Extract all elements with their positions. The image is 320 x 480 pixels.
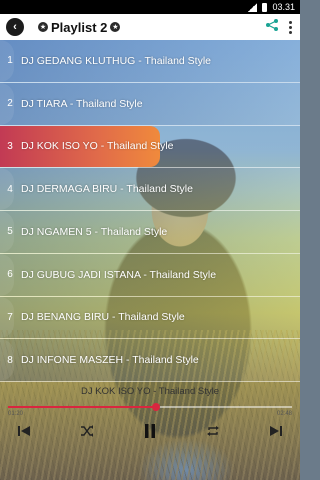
now-playing-title: DJ KOK ISO YO - Thailand Style — [81, 386, 219, 397]
star-icon: ★ — [110, 22, 121, 32]
status-time: 03.31 — [272, 2, 295, 12]
track-number: 8 — [7, 354, 13, 366]
list-item[interactable]: 5 DJ NGAMEN 5 - Thailand Style — [0, 211, 300, 254]
list-item[interactable]: 2 DJ TIARA - Thailand Style — [0, 82, 300, 126]
status-bar: 03.31 — [0, 0, 300, 14]
time-labels: 01:20 02:48 — [8, 411, 292, 417]
track-number: 6 — [7, 269, 13, 281]
list-item[interactable]: 7 DJ BENANG BIRU - Thailand Style — [0, 296, 300, 340]
playlist: 1 DJ GEDANG KLUTHUG - Thailand Style 2 D… — [0, 40, 300, 382]
pause-icon — [145, 424, 155, 438]
track-title: DJ INFONE MASZEH - Thailand Style — [21, 354, 199, 367]
track-number: 4 — [7, 183, 13, 195]
previous-button[interactable] — [14, 421, 34, 441]
page-title: Playlist 2 — [51, 19, 108, 35]
player-controls — [0, 418, 300, 444]
shuffle-icon — [81, 425, 93, 437]
share-icon — [266, 18, 278, 31]
back-button[interactable]: ‹ — [6, 18, 24, 36]
star-icon: ★ — [38, 22, 48, 32]
arrow-left-icon: ‹ — [13, 21, 17, 33]
seek-bar-thumb[interactable] — [151, 403, 160, 411]
list-item[interactable]: 4 DJ DERMAGA BIRU - Thailand Style — [0, 168, 300, 211]
list-item-active[interactable]: 3 DJ KOK ISO YO - Thailand Style — [0, 125, 300, 169]
track-number: 3 — [7, 140, 13, 152]
toolbar: ‹ ★ Playlist 2 ★ — [0, 14, 300, 40]
pause-button[interactable] — [140, 421, 160, 441]
seek-bar-fill — [8, 406, 156, 408]
track-title: DJ GEDANG KLUTHUG - Thailand Style — [21, 54, 212, 67]
title-group: ★ Playlist 2 ★ — [38, 19, 121, 35]
seek-bar[interactable] — [8, 403, 292, 411]
track-number: 7 — [7, 311, 13, 323]
list-item[interactable]: 6 DJ GUBUG JADI ISTANA - Thailand Style — [0, 253, 300, 297]
track-title: DJ TIARA - Thailand Style — [21, 97, 143, 110]
next-button[interactable] — [266, 421, 286, 441]
track-title: DJ DERMAGA BIRU - Thailand Style — [21, 183, 193, 196]
list-item[interactable]: 1 DJ GEDANG KLUTHUG - Thailand Style — [0, 40, 300, 83]
battery-icon — [262, 2, 268, 12]
track-number: 5 — [7, 226, 13, 238]
track-title: DJ GUBUG JADI ISTANA - Thailand Style — [21, 268, 217, 281]
elapsed-time: 01:20 — [8, 411, 24, 417]
skip-previous-icon — [18, 426, 30, 436]
more-vert-icon[interactable] — [289, 20, 292, 34]
signal-icon — [248, 2, 258, 12]
shuffle-button[interactable] — [77, 421, 97, 441]
share-button[interactable] — [265, 18, 279, 37]
list-item[interactable]: 8 DJ INFONE MASZEH - Thailand Style — [0, 339, 300, 382]
repeat-icon — [207, 426, 219, 436]
track-number: 2 — [7, 98, 13, 110]
track-title: DJ NGAMEN 5 - Thailand Style — [21, 225, 168, 238]
skip-next-icon — [270, 426, 282, 436]
total-duration: 02:48 — [276, 411, 292, 417]
track-title: DJ KOK ISO YO - Thailand Style — [21, 140, 174, 153]
track-number: 1 — [7, 55, 13, 67]
track-title: DJ BENANG BIRU - Thailand Style — [21, 311, 185, 324]
repeat-button[interactable] — [203, 421, 223, 441]
